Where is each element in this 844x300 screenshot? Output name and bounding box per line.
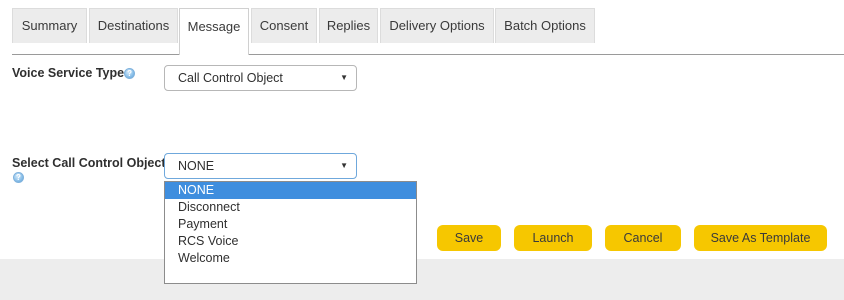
campaign-editor: Summary Destinations Message Consent Rep… (0, 0, 844, 300)
dropdown-option-welcome[interactable]: Welcome (165, 250, 416, 267)
tab-consent[interactable]: Consent (251, 8, 317, 43)
dropdown-option-none[interactable]: NONE (165, 182, 416, 199)
dropdown-option-payment[interactable]: Payment (165, 216, 416, 233)
tab-divider (12, 54, 844, 55)
launch-button[interactable]: Launch (514, 225, 592, 251)
tab-summary[interactable]: Summary (12, 8, 87, 43)
footer-band (0, 259, 844, 300)
voice-service-type-value: Call Control Object (178, 71, 283, 85)
tab-batch-options[interactable]: Batch Options (495, 8, 595, 43)
call-control-object-label-text: Select Call Control Object (12, 156, 166, 170)
tab-delivery-options[interactable]: Delivery Options (380, 8, 494, 43)
tab-destinations[interactable]: Destinations (89, 8, 178, 43)
call-control-object-label: Select Call Control Object (12, 156, 166, 170)
tab-replies[interactable]: Replies (319, 8, 378, 43)
call-control-object-dropdown: NONE Disconnect Payment RCS Voice Welcom… (164, 181, 417, 284)
help-icon[interactable]: ? (13, 172, 24, 183)
chevron-down-icon: ▼ (340, 161, 348, 170)
save-button[interactable]: Save (437, 225, 501, 251)
chevron-down-icon: ▼ (340, 73, 348, 82)
cancel-button[interactable]: Cancel (605, 225, 681, 251)
dropdown-option-disconnect[interactable]: Disconnect (165, 199, 416, 216)
voice-service-type-label-text: Voice Service Type (12, 66, 125, 80)
voice-service-type-select[interactable]: Call Control Object ▼ (164, 65, 357, 91)
help-icon[interactable]: ? (124, 68, 136, 79)
voice-service-type-label: Voice Service Type? (12, 66, 136, 80)
call-control-object-select[interactable]: NONE ▼ (164, 153, 357, 179)
save-as-template-button[interactable]: Save As Template (694, 225, 827, 251)
call-control-object-value: NONE (178, 159, 215, 173)
tab-message[interactable]: Message (179, 8, 249, 55)
dropdown-option-rcs-voice[interactable]: RCS Voice (165, 233, 416, 250)
